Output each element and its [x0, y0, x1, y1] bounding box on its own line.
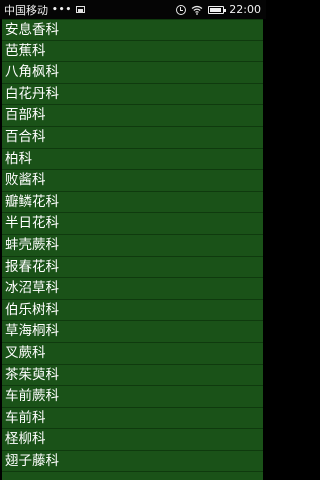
more-notifications-icon: •••	[52, 4, 73, 15]
image-icon	[76, 6, 86, 13]
status-bar: 中国移动 ••• 22:00	[0, 0, 266, 19]
list-item[interactable]: 败酱科	[2, 170, 263, 192]
family-list[interactable]: 安息香科 芭蕉科 八角枫科 白花丹科 百部科 百合科 柏科 败酱科 瓣鳞花科 半日花科 蚌壳蕨科 报春…	[2, 19, 263, 480]
status-left: 中国移动 •••	[4, 2, 86, 18]
list-item[interactable]: 白花丹科	[2, 84, 263, 106]
alarm-clock-icon	[176, 4, 187, 15]
battery-icon	[208, 5, 227, 14]
list-item[interactable]: 瓣鳞花科	[2, 192, 263, 214]
list-item[interactable]: 车前科	[2, 408, 263, 430]
list-item[interactable]: 八角枫科	[2, 62, 263, 84]
status-right: 22:00	[176, 3, 261, 16]
family-list-panel[interactable]: 安息香科 芭蕉科 八角枫科 白花丹科 百部科 百合科 柏科 败酱科 瓣鳞花科 半日花科 蚌壳蕨科 报春…	[0, 19, 266, 480]
list-item[interactable]: 蚌壳蕨科	[2, 235, 263, 257]
list-item[interactable]: 茶茱萸科	[2, 365, 263, 387]
list-item[interactable]: 车前蕨科	[2, 386, 263, 408]
list-item[interactable]: 伯乐树科	[2, 300, 263, 322]
list-item[interactable]: 柏科	[2, 149, 263, 171]
list-item[interactable]: 草海桐科	[2, 321, 263, 343]
list-item[interactable]: 安息香科	[2, 19, 263, 41]
carrier-name: 中国移动	[4, 3, 48, 17]
list-item[interactable]: 芭蕉科	[2, 41, 263, 63]
list-item[interactable]: 报春花科	[2, 257, 263, 279]
list-item[interactable]: 翅子藤科	[2, 451, 263, 473]
list-item[interactable]: 百部科	[2, 105, 263, 127]
battery-level-fill	[210, 7, 222, 12]
wifi-icon	[191, 5, 203, 15]
list-item[interactable]: 柽柳科	[2, 429, 263, 451]
clock-time: 22:00	[229, 3, 261, 16]
list-item[interactable]: 冰沼草科	[2, 278, 263, 300]
list-item[interactable]: 叉蕨科	[2, 343, 263, 365]
list-item[interactable]: 百合科	[2, 127, 263, 149]
list-item[interactable]: 半日花科	[2, 213, 263, 235]
